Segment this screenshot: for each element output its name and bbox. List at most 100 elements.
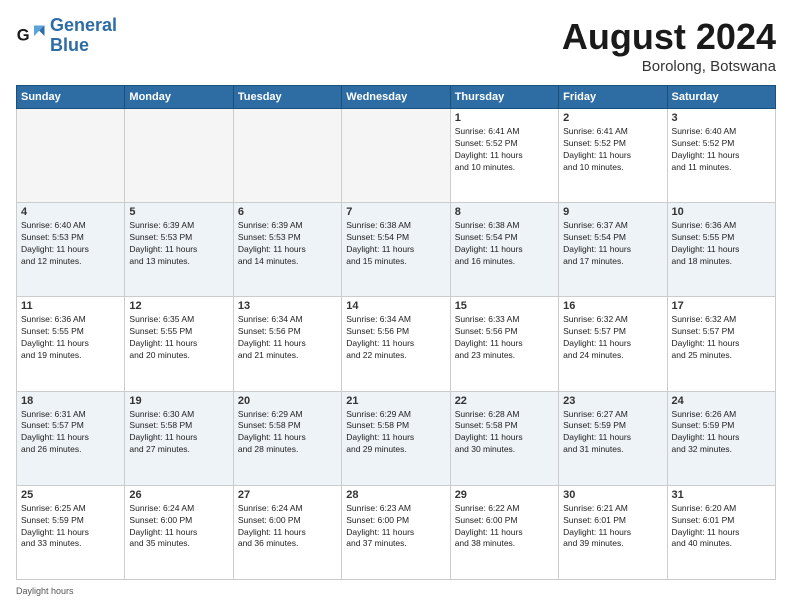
- day-info: Sunrise: 6:36 AM Sunset: 5:55 PM Dayligh…: [21, 314, 120, 362]
- header: G General Blue August 2024 Borolong, Bot…: [16, 16, 776, 75]
- day-number: 17: [672, 300, 771, 312]
- day-number: 25: [21, 489, 120, 501]
- logo: G General Blue: [16, 16, 117, 56]
- day-number: 8: [455, 206, 554, 218]
- calendar-cell: 19 Sunrise: 6:30 AM Sunset: 5:58 PM Dayli…: [125, 391, 233, 485]
- calendar-cell: 23 Sunrise: 6:27 AM Sunset: 5:59 PM Dayli…: [559, 391, 667, 485]
- day-header-thursday: Thursday: [450, 86, 558, 109]
- day-number: 19: [129, 395, 228, 407]
- day-info: Sunrise: 6:32 AM Sunset: 5:57 PM Dayligh…: [563, 314, 662, 362]
- day-number: 9: [563, 206, 662, 218]
- day-info: Sunrise: 6:28 AM Sunset: 5:58 PM Dayligh…: [455, 409, 554, 457]
- calendar-cell: 10Sunrise: 6:36 AM Sunset: 5:55 PM Dayli…: [667, 203, 775, 297]
- calendar-cell: 20 Sunrise: 6:29 AM Sunset: 5:58 PM Dayli…: [233, 391, 341, 485]
- calendar-cell: 28Sunrise: 6:23 AM Sunset: 6:00 PM Dayli…: [342, 485, 450, 579]
- day-header-wednesday: Wednesday: [342, 86, 450, 109]
- day-info: Sunrise: 6:35 AM Sunset: 5:55 PM Dayligh…: [129, 314, 228, 362]
- day-number: 16: [563, 300, 662, 312]
- day-info: Sunrise: 6:22 AM Sunset: 6:00 PM Dayligh…: [455, 503, 554, 551]
- day-info: Sunrise: 6:41 AM Sunset: 5:52 PM Dayligh…: [563, 126, 662, 174]
- day-info: Sunrise: 6:33 AM Sunset: 5:56 PM Dayligh…: [455, 314, 554, 362]
- day-header-friday: Friday: [559, 86, 667, 109]
- calendar-week-row: 4 Sunrise: 6:40 AM Sunset: 5:53 PM Daylig…: [17, 203, 776, 297]
- calendar-cell: 24 Sunrise: 6:26 AM Sunset: 5:59 PM Dayli…: [667, 391, 775, 485]
- day-info: Sunrise: 6:21 AM Sunset: 6:01 PM Dayligh…: [563, 503, 662, 551]
- day-header-monday: Monday: [125, 86, 233, 109]
- day-info: Sunrise: 6:40 AM Sunset: 5:53 PM Dayligh…: [21, 220, 120, 268]
- calendar-cell: 5 Sunrise: 6:39 AM Sunset: 5:53 PM Daylig…: [125, 203, 233, 297]
- calendar-cell: 4 Sunrise: 6:40 AM Sunset: 5:53 PM Daylig…: [17, 203, 125, 297]
- calendar-cell: 27 Sunrise: 6:24 AM Sunset: 6:00 PM Dayli…: [233, 485, 341, 579]
- day-header-tuesday: Tuesday: [233, 86, 341, 109]
- calendar-cell: 8 Sunrise: 6:38 AM Sunset: 5:54 PM Daylig…: [450, 203, 558, 297]
- day-number: 1: [455, 112, 554, 124]
- day-info: Sunrise: 6:39 AM Sunset: 5:53 PM Dayligh…: [129, 220, 228, 268]
- calendar-cell: 14Sunrise: 6:34 AM Sunset: 5:56 PM Dayli…: [342, 297, 450, 391]
- day-info: Sunrise: 6:29 AM Sunset: 5:58 PM Dayligh…: [346, 409, 445, 457]
- day-number: 26: [129, 489, 228, 501]
- day-info: Sunrise: 6:39 AM Sunset: 5:53 PM Dayligh…: [238, 220, 337, 268]
- day-number: 6: [238, 206, 337, 218]
- day-number: 29: [455, 489, 554, 501]
- day-info: Sunrise: 6:34 AM Sunset: 5:56 PM Dayligh…: [238, 314, 337, 362]
- calendar-cell: 7 Sunrise: 6:38 AM Sunset: 5:54 PM Daylig…: [342, 203, 450, 297]
- day-info: Sunrise: 6:26 AM Sunset: 5:59 PM Dayligh…: [672, 409, 771, 457]
- day-info: Sunrise: 6:20 AM Sunset: 6:01 PM Dayligh…: [672, 503, 771, 551]
- day-info: Sunrise: 6:32 AM Sunset: 5:57 PM Dayligh…: [672, 314, 771, 362]
- day-number: 23: [563, 395, 662, 407]
- day-number: 5: [129, 206, 228, 218]
- calendar-cell: 30Sunrise: 6:21 AM Sunset: 6:01 PM Dayli…: [559, 485, 667, 579]
- logo-text: General Blue: [50, 16, 117, 56]
- day-number: 24: [672, 395, 771, 407]
- page: G General Blue August 2024 Borolong, Bot…: [0, 0, 792, 612]
- calendar-cell: [342, 109, 450, 203]
- calendar-cell: 12 Sunrise: 6:35 AM Sunset: 5:55 PM Dayli…: [125, 297, 233, 391]
- calendar-cell: 26 Sunrise: 6:24 AM Sunset: 6:00 PM Dayli…: [125, 485, 233, 579]
- calendar-cell: 1 Sunrise: 6:41 AM Sunset: 5:52 PM Daylig…: [450, 109, 558, 203]
- day-info: Sunrise: 6:27 AM Sunset: 5:59 PM Dayligh…: [563, 409, 662, 457]
- calendar-cell: 13 Sunrise: 6:34 AM Sunset: 5:56 PM Dayli…: [233, 297, 341, 391]
- day-info: Sunrise: 6:24 AM Sunset: 6:00 PM Dayligh…: [129, 503, 228, 551]
- calendar-cell: 17 Sunrise: 6:32 AM Sunset: 5:57 PM Dayli…: [667, 297, 775, 391]
- calendar-cell: 11 Sunrise: 6:36 AM Sunset: 5:55 PM Dayli…: [17, 297, 125, 391]
- day-info: Sunrise: 6:30 AM Sunset: 5:58 PM Dayligh…: [129, 409, 228, 457]
- calendar-header-row: SundayMondayTuesdayWednesdayThursdayFrid…: [17, 86, 776, 109]
- calendar-cell: 29 Sunrise: 6:22 AM Sunset: 6:00 PM Dayli…: [450, 485, 558, 579]
- logo-icon: G: [16, 21, 46, 51]
- day-info: Sunrise: 6:34 AM Sunset: 5:56 PM Dayligh…: [346, 314, 445, 362]
- day-number: 3: [672, 112, 771, 124]
- day-number: 20: [238, 395, 337, 407]
- calendar-cell: 6 Sunrise: 6:39 AM Sunset: 5:53 PM Daylig…: [233, 203, 341, 297]
- day-number: 18: [21, 395, 120, 407]
- day-info: Sunrise: 6:38 AM Sunset: 5:54 PM Dayligh…: [346, 220, 445, 268]
- day-info: Sunrise: 6:29 AM Sunset: 5:58 PM Dayligh…: [238, 409, 337, 457]
- footer: Daylight hours: [16, 586, 776, 596]
- day-info: Sunrise: 6:37 AM Sunset: 5:54 PM Dayligh…: [563, 220, 662, 268]
- calendar-cell: 18 Sunrise: 6:31 AM Sunset: 5:57 PM Dayli…: [17, 391, 125, 485]
- calendar-cell: 31 Sunrise: 6:20 AM Sunset: 6:01 PM Dayli…: [667, 485, 775, 579]
- calendar-cell: 21Sunrise: 6:29 AM Sunset: 5:58 PM Dayli…: [342, 391, 450, 485]
- day-info: Sunrise: 6:38 AM Sunset: 5:54 PM Dayligh…: [455, 220, 554, 268]
- calendar-cell: 22Sunrise: 6:28 AM Sunset: 5:58 PM Dayli…: [450, 391, 558, 485]
- day-number: 31: [672, 489, 771, 501]
- day-info: Sunrise: 6:31 AM Sunset: 5:57 PM Dayligh…: [21, 409, 120, 457]
- calendar-cell: [125, 109, 233, 203]
- calendar-cell: [17, 109, 125, 203]
- day-number: 4: [21, 206, 120, 218]
- calendar-week-row: 1 Sunrise: 6:41 AM Sunset: 5:52 PM Daylig…: [17, 109, 776, 203]
- calendar-week-row: 18 Sunrise: 6:31 AM Sunset: 5:57 PM Dayli…: [17, 391, 776, 485]
- svg-text:G: G: [17, 26, 30, 44]
- day-number: 11: [21, 300, 120, 312]
- day-info: Sunrise: 6:40 AM Sunset: 5:52 PM Dayligh…: [672, 126, 771, 174]
- day-number: 13: [238, 300, 337, 312]
- day-number: 7: [346, 206, 445, 218]
- day-info: Sunrise: 6:23 AM Sunset: 6:00 PM Dayligh…: [346, 503, 445, 551]
- day-info: Sunrise: 6:41 AM Sunset: 5:52 PM Dayligh…: [455, 126, 554, 174]
- daylight-label: Daylight hours: [16, 586, 74, 596]
- calendar-week-row: 11 Sunrise: 6:36 AM Sunset: 5:55 PM Dayli…: [17, 297, 776, 391]
- day-header-saturday: Saturday: [667, 86, 775, 109]
- day-number: 27: [238, 489, 337, 501]
- day-number: 10: [672, 206, 771, 218]
- day-number: 12: [129, 300, 228, 312]
- day-info: Sunrise: 6:24 AM Sunset: 6:00 PM Dayligh…: [238, 503, 337, 551]
